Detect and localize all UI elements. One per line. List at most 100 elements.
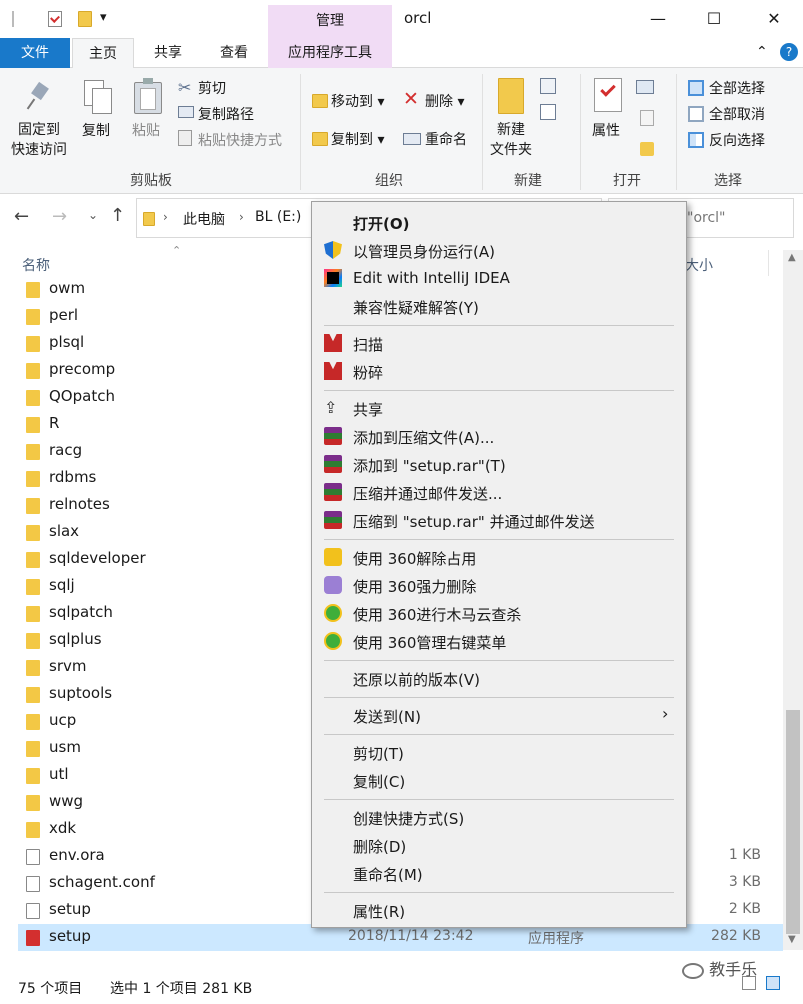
minimize-button[interactable]: — — [638, 6, 678, 32]
open-icon[interactable] — [636, 80, 654, 94]
column-name[interactable]: 名称 — [22, 255, 50, 275]
large-icons-view-icon[interactable] — [766, 976, 780, 990]
quick-access-dropdown[interactable]: ▾ — [100, 10, 107, 25]
move-to-button[interactable]: 移动到 ▾ — [331, 91, 384, 111]
folder-icon — [26, 390, 40, 406]
menu-item-compress-rar-email[interactable]: 压缩到 "setup.rar" 并通过邮件发送 — [312, 506, 686, 534]
new-folder-label-line1: 新建 — [497, 122, 525, 138]
properties-quick-icon[interactable] — [48, 11, 62, 27]
menu-item-open[interactable]: 打开(O) — [312, 208, 686, 236]
tab-app-tools[interactable]: 应用程序工具 — [268, 38, 392, 68]
up-icon[interactable]: ↑ — [110, 205, 125, 226]
scroll-up-icon[interactable]: ▲ — [788, 252, 796, 263]
breadcrumb-chevron-icon[interactable]: › — [163, 210, 168, 224]
new-folder-quick-icon[interactable] — [78, 11, 92, 27]
menu-item-360-scan[interactable]: 使用 360进行木马云查杀 — [312, 599, 686, 627]
column-size[interactable]: 大小 — [685, 255, 713, 275]
file-name: racg — [49, 441, 83, 459]
forward-icon[interactable]: → — [52, 206, 67, 227]
new-folder-icon — [498, 78, 524, 114]
menu-item-add-rar[interactable]: 添加到 "setup.rar"(T) — [312, 450, 686, 478]
menu-item-360-menu[interactable]: 使用 360管理右键菜单 — [312, 627, 686, 655]
menu-item-rename[interactable]: 重命名(M) — [312, 859, 686, 887]
manage-context-tab[interactable]: 管理 — [268, 5, 392, 38]
folder-icon — [26, 525, 40, 541]
intellij-icon — [324, 269, 342, 287]
menu-item-shred[interactable]: 粉碎 — [312, 357, 686, 385]
collapse-ribbon-icon[interactable]: ⌃ — [756, 44, 768, 60]
tab-home[interactable]: 主页 — [72, 38, 134, 69]
select-none-button[interactable]: 全部取消 — [709, 104, 765, 124]
menu-item-copy[interactable]: 复制(C) — [312, 766, 686, 794]
menu-item-send-to[interactable]: 发送到(N) › — [312, 701, 686, 729]
ribbon-separator — [580, 74, 581, 190]
file-row[interactable]: setup 2018/11/14 23:42 应用程序 282 KB — [18, 924, 783, 951]
file-date: 2018/11/14 23:42 — [348, 928, 474, 944]
new-item-icon[interactable] — [540, 78, 556, 94]
menu-item-compat[interactable]: 兼容性疑难解答(Y) — [312, 292, 686, 320]
menu-item-run-as-admin[interactable]: 以管理员身份运行(A) — [312, 236, 686, 264]
help-icon[interactable]: ? — [780, 43, 798, 61]
copy-path-button[interactable]: 复制路径 — [198, 104, 254, 124]
tab-share[interactable]: 共享 — [140, 38, 196, 68]
vertical-scrollbar[interactable]: ▲ ▼ — [783, 250, 803, 950]
rename-button[interactable]: 重命名 — [425, 129, 467, 149]
menu-item-properties[interactable]: 属性(R) — [312, 896, 686, 924]
winrar-icon — [324, 427, 342, 445]
breadcrumb-chevron-icon[interactable]: › — [239, 210, 244, 224]
menu-item-add-archive[interactable]: 添加到压缩文件(A)... — [312, 422, 686, 450]
history-icon[interactable] — [640, 142, 654, 156]
properties-icon — [594, 78, 622, 112]
menu-item-label: 属性(R) — [353, 903, 406, 921]
back-icon[interactable]: ← — [14, 206, 29, 227]
menu-item-delete[interactable]: 删除(D) — [312, 831, 686, 859]
menu-item-label: 剪切(T) — [353, 745, 404, 763]
select-all-button[interactable]: 全部选择 — [709, 78, 765, 98]
paste-button[interactable]: 粘贴 — [132, 120, 160, 140]
ribbon: 固定到 快速访问 复制 粘贴 ✂ 剪切 复制路径 粘贴快捷方式 剪贴板 移动到 … — [0, 68, 803, 194]
easy-access-icon[interactable] — [540, 104, 556, 120]
breadcrumb-drive[interactable]: BL (E:) — [255, 209, 301, 225]
breadcrumb-this-pc[interactable]: 此电脑 — [183, 209, 225, 229]
recent-locations-icon[interactable]: ⌄ — [88, 208, 98, 222]
paste-shortcut-button[interactable]: 粘贴快捷方式 — [198, 130, 282, 150]
edit-icon[interactable] — [640, 110, 654, 126]
properties-button[interactable]: 属性 — [592, 120, 620, 140]
copy-icon — [84, 80, 112, 114]
invert-selection-button[interactable]: 反向选择 — [709, 130, 765, 150]
tab-file[interactable]: 文件 — [0, 38, 70, 68]
delete-button[interactable]: 删除 ▾ — [425, 91, 464, 111]
maximize-button[interactable]: ☐ — [694, 6, 734, 32]
menu-item-label: 以管理员身份运行(A) — [353, 243, 495, 261]
menu-item-restore[interactable]: 还原以前的版本(V) — [312, 664, 686, 692]
menu-item-create-shortcut[interactable]: 创建快捷方式(S) — [312, 803, 686, 831]
menu-item-edit-intellij[interactable]: Edit with IntelliJ IDEA — [312, 264, 686, 292]
close-button[interactable]: ✕ — [754, 6, 794, 32]
cut-button[interactable]: 剪切 — [198, 78, 226, 98]
file-name: precomp — [49, 360, 116, 378]
copy-to-button[interactable]: 复制到 ▾ — [331, 129, 384, 149]
menu-item-share[interactable]: ⇪ 共享 — [312, 394, 686, 422]
menu-item-360-delete[interactable]: 使用 360强力删除 — [312, 571, 686, 599]
menu-separator — [324, 325, 674, 326]
file-name: R — [49, 414, 60, 432]
file-name: QOpatch — [49, 387, 115, 405]
scroll-thumb[interactable] — [786, 710, 800, 934]
share-icon: ⇪ — [324, 398, 338, 417]
address-folder-icon — [143, 212, 155, 226]
tab-view[interactable]: 查看 — [206, 38, 262, 68]
uac-shield-icon — [324, 241, 342, 259]
scroll-down-icon[interactable]: ▼ — [788, 934, 796, 945]
menu-item-scan[interactable]: 扫描 — [312, 329, 686, 357]
new-folder-button[interactable]: 新建 文件夹 — [486, 120, 536, 160]
item-count: 75 个项目 — [18, 981, 83, 997]
copy-button[interactable]: 复制 — [82, 120, 110, 140]
menu-item-compress-email[interactable]: 压缩并通过邮件发送... — [312, 478, 686, 506]
ribbon-separator — [482, 74, 483, 190]
file-name: schagent.conf — [49, 873, 155, 891]
menu-item-360-unlock[interactable]: 使用 360解除占用 — [312, 543, 686, 571]
folder-icon — [26, 687, 40, 703]
pin-quick-access-button[interactable]: 固定到 快速访问 — [6, 120, 72, 160]
file-name: sqlpatch — [49, 603, 113, 621]
menu-item-cut[interactable]: 剪切(T) — [312, 738, 686, 766]
